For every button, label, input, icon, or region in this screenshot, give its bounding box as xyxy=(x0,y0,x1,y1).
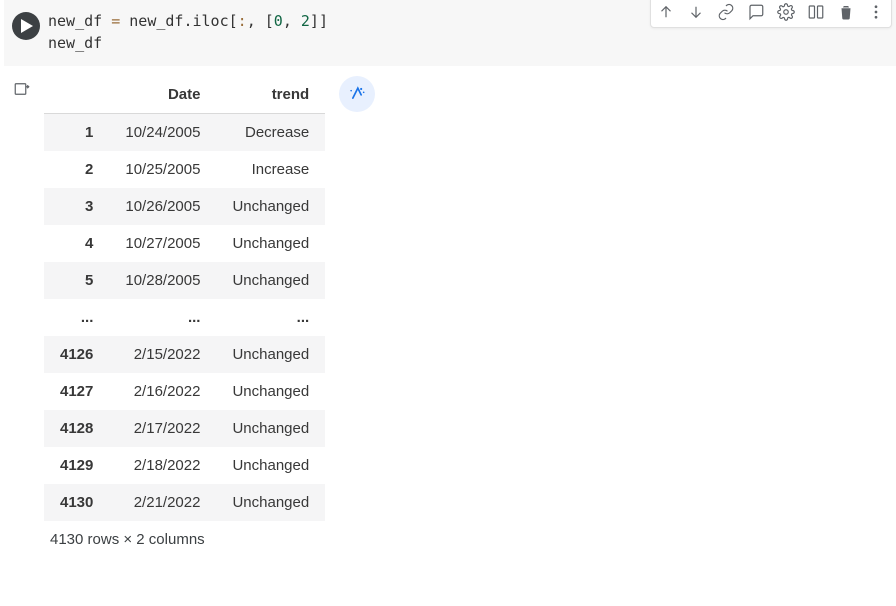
row-index: 4129 xyxy=(44,447,109,484)
code-token: [ xyxy=(229,12,238,30)
cell-trend: Unchanged xyxy=(216,188,325,225)
code-editor[interactable]: new_df = new_df.iloc[:, [0, 2]] new_df xyxy=(48,10,328,54)
cell-date: 10/27/2005 xyxy=(109,225,216,262)
cell-toolbar xyxy=(650,0,892,28)
code-token: , xyxy=(247,12,265,30)
table-row: 110/24/2005Decrease xyxy=(44,114,325,152)
suggest-charts-button[interactable] xyxy=(339,76,375,112)
more-button[interactable] xyxy=(861,0,891,27)
cell-date: ... xyxy=(109,299,216,336)
table-row: 41272/16/2022Unchanged xyxy=(44,373,325,410)
row-index: ... xyxy=(44,299,109,336)
cell-output: Date trend 110/24/2005Decrease210/25/200… xyxy=(0,66,896,548)
table-row: ......... xyxy=(44,299,325,336)
code-token: new_df.iloc xyxy=(120,12,228,30)
code-token: 2 xyxy=(301,12,310,30)
table-row: 41282/17/2022Unchanged xyxy=(44,410,325,447)
table-row: 41292/18/2022Unchanged xyxy=(44,447,325,484)
index-header xyxy=(44,76,109,114)
output-gutter xyxy=(0,66,44,548)
cell-trend: Unchanged xyxy=(216,262,325,299)
table-row: 410/27/2005Unchanged xyxy=(44,225,325,262)
settings-button[interactable] xyxy=(771,0,801,27)
cell-date: 10/26/2005 xyxy=(109,188,216,225)
run-gutter xyxy=(4,10,48,54)
cell-trend: Unchanged xyxy=(216,225,325,262)
row-index: 2 xyxy=(44,151,109,188)
output-icon[interactable] xyxy=(12,80,32,548)
cell-date: 2/21/2022 xyxy=(109,484,216,521)
dataframe-shape: 4130 rows × 2 columns xyxy=(44,521,325,548)
table-row: 310/26/2005Unchanged xyxy=(44,188,325,225)
cell-date: 2/15/2022 xyxy=(109,336,216,373)
row-index: 4130 xyxy=(44,484,109,521)
table-row: 210/25/2005Increase xyxy=(44,151,325,188)
cell-trend: Unchanged xyxy=(216,447,325,484)
cell-trend: Unchanged xyxy=(216,484,325,521)
output-body: Date trend 110/24/2005Decrease210/25/200… xyxy=(44,66,375,548)
cell-trend: Increase xyxy=(216,151,325,188)
code-token: ] xyxy=(310,12,319,30)
cell-trend: Unchanged xyxy=(216,336,325,373)
table-header-row: Date trend xyxy=(44,76,325,114)
code-cell: new_df = new_df.iloc[:, [0, 2]] new_df xyxy=(0,0,896,66)
dataframe-output: Date trend 110/24/2005Decrease210/25/200… xyxy=(44,76,325,548)
run-button[interactable] xyxy=(12,12,40,40)
code-token: , xyxy=(283,12,301,30)
code-token: 0 xyxy=(274,12,283,30)
comment-button[interactable] xyxy=(741,0,771,27)
cell-date: 10/28/2005 xyxy=(109,262,216,299)
code-token: [ xyxy=(265,12,274,30)
table-row: 41302/21/2022Unchanged xyxy=(44,484,325,521)
cell-trend: Decrease xyxy=(216,114,325,152)
row-index: 1 xyxy=(44,114,109,152)
code-token: = xyxy=(111,12,120,30)
column-header: trend xyxy=(216,76,325,114)
row-index: 4126 xyxy=(44,336,109,373)
table-row: 510/28/2005Unchanged xyxy=(44,262,325,299)
move-down-button[interactable] xyxy=(681,0,711,27)
row-index: 3 xyxy=(44,188,109,225)
row-index: 4128 xyxy=(44,410,109,447)
cell-date: 2/18/2022 xyxy=(109,447,216,484)
code-token: new_df xyxy=(48,34,102,52)
code-token: ] xyxy=(319,12,328,30)
code-token: new_df xyxy=(48,12,111,30)
cell-date: 10/24/2005 xyxy=(109,114,216,152)
table-row: 41262/15/2022Unchanged xyxy=(44,336,325,373)
cell-trend: Unchanged xyxy=(216,410,325,447)
cell-date: 2/17/2022 xyxy=(109,410,216,447)
row-index: 4 xyxy=(44,225,109,262)
delete-button[interactable] xyxy=(831,0,861,27)
move-up-button[interactable] xyxy=(651,0,681,27)
row-index: 4127 xyxy=(44,373,109,410)
cell-date: 2/16/2022 xyxy=(109,373,216,410)
dataframe-table: Date trend 110/24/2005Decrease210/25/200… xyxy=(44,76,325,521)
mirror-button[interactable] xyxy=(801,0,831,27)
link-button[interactable] xyxy=(711,0,741,27)
cell-trend: Unchanged xyxy=(216,373,325,410)
cell-trend: ... xyxy=(216,299,325,336)
code-token: : xyxy=(238,12,247,30)
cell-date: 10/25/2005 xyxy=(109,151,216,188)
column-header: Date xyxy=(109,76,216,114)
row-index: 5 xyxy=(44,262,109,299)
